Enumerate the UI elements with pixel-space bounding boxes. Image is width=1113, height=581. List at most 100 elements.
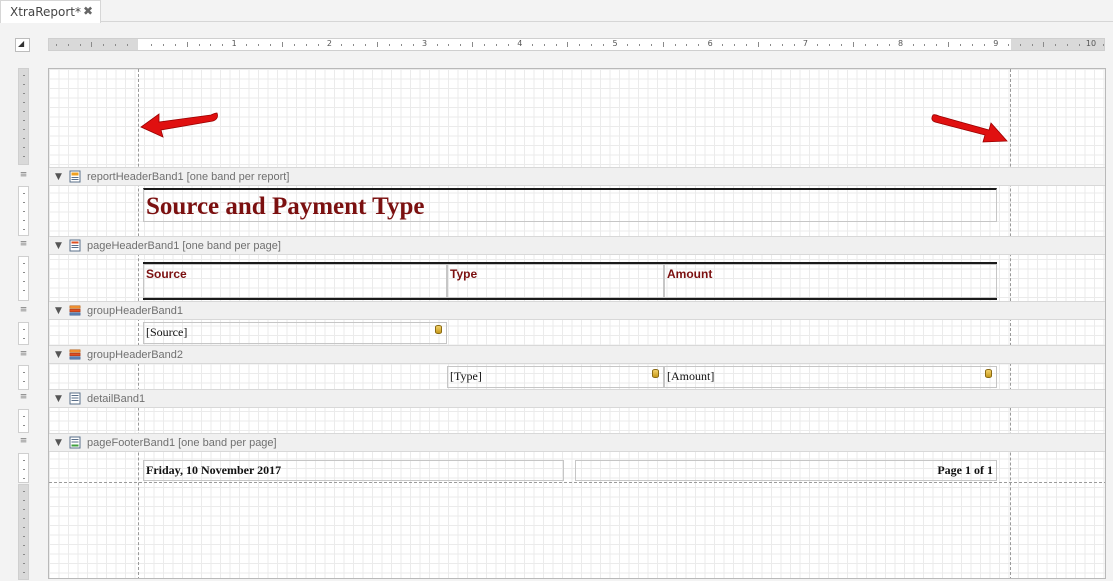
collapse-arrow-icon[interactable]: ▼ — [55, 438, 62, 448]
ruler-number: 3 — [422, 39, 428, 48]
field-type[interactable]: [Type] — [447, 366, 664, 388]
tab-xtrareport[interactable]: XtraReport* ✖ — [0, 0, 101, 23]
ruler-tick — [686, 44, 688, 46]
ruler-corner-button[interactable]: ◢ — [15, 38, 30, 52]
column-header-type-text: Type — [450, 267, 478, 281]
ruler-tick — [23, 338, 25, 339]
horizontal-ruler[interactable]: 1 2 3 4 5 6 7 8 9 10 — [48, 38, 1105, 51]
band-header-detail[interactable]: ▼ detailBand1 — [49, 389, 1105, 408]
ruler-tick — [436, 44, 438, 46]
ruler-tick — [23, 138, 25, 139]
band-resize-handle[interactable]: ≡ — [18, 350, 29, 359]
column-header-type[interactable]: Type — [447, 264, 664, 298]
ruler-tick — [1043, 42, 1045, 47]
ruler-tick — [579, 44, 581, 46]
band-header-page-header[interactable]: ▼ pageHeaderBand1 [one band per page] — [49, 236, 1105, 255]
collapse-arrow-icon[interactable]: ▼ — [55, 241, 62, 251]
ruler-tick — [472, 42, 474, 47]
ruler-tick — [1102, 44, 1104, 46]
data-binding-icon — [985, 369, 992, 378]
ruler-tick — [23, 545, 25, 546]
vertical-ruler-report-header — [18, 186, 29, 236]
ruler-tick — [603, 44, 605, 46]
field-source[interactable]: [Source] — [143, 322, 447, 344]
ruler-tick — [23, 263, 25, 264]
ruler-tick — [876, 44, 878, 46]
page-header-band-icon — [69, 239, 81, 252]
ruler-tick — [698, 44, 700, 46]
close-icon[interactable]: ✖ — [83, 4, 93, 18]
band-resize-handle[interactable]: ≡ — [18, 240, 29, 249]
ruler-tick — [23, 220, 25, 221]
left-margin-line — [138, 69, 139, 578]
ruler-tick — [23, 478, 25, 479]
band-header-page-footer[interactable]: ▼ pageFooterBand1 [one band per page] — [49, 433, 1105, 452]
ruler-tick — [79, 44, 81, 46]
ruler-tick — [912, 44, 914, 46]
collapse-arrow-icon[interactable]: ▼ — [55, 172, 62, 182]
ruler-tick — [115, 44, 117, 46]
ruler-tick — [841, 44, 843, 46]
column-header-amount-text: Amount — [667, 267, 713, 281]
ruler-tick — [793, 44, 795, 46]
ruler-tick — [23, 211, 25, 212]
ruler-tick — [924, 44, 926, 46]
column-header-source[interactable]: Source — [143, 264, 447, 298]
ruler-tick — [341, 44, 343, 46]
ruler-tick — [293, 44, 295, 46]
band-header-group-header-2[interactable]: ▼ groupHeaderBand2 — [49, 345, 1105, 364]
right-arrow-shape — [931, 114, 1008, 143]
ruler-tick — [948, 42, 950, 47]
ruler-tick — [1067, 44, 1069, 46]
band-resize-handle[interactable]: ≡ — [18, 171, 29, 180]
ruler-tick — [23, 290, 25, 291]
ruler-tick — [757, 42, 759, 47]
band-header-group-header-1[interactable]: ▼ groupHeaderBand1 — [49, 301, 1105, 320]
ruler-tick — [543, 44, 545, 46]
field-type-text: [Type] — [450, 369, 482, 383]
ruler-tick — [103, 44, 105, 46]
field-source-text: [Source] — [146, 325, 188, 339]
footer-date-info[interactable]: Friday, 10 November 2017 — [143, 460, 564, 481]
ruler-tick — [531, 44, 533, 46]
report-design-surface[interactable]: ▼ reportHeaderBand1 [one band per report… — [48, 68, 1106, 579]
band-resize-handle[interactable]: ≡ — [18, 306, 29, 315]
ruler-tick — [960, 44, 962, 46]
footer-page-info[interactable]: Page 1 of 1 — [575, 460, 997, 481]
group-header-band-icon — [69, 305, 81, 316]
report-title-label[interactable]: Source and Payment Type — [143, 188, 997, 222]
footer-date-text: Friday, 10 November 2017 — [146, 463, 282, 477]
field-amount[interactable]: [Amount] — [664, 366, 997, 388]
band-resize-handle[interactable]: ≡ — [18, 393, 29, 402]
ruler-tick — [174, 44, 176, 46]
ruler-tick — [1031, 44, 1033, 46]
band-header-report-header[interactable]: ▼ reportHeaderBand1 [one band per report… — [49, 167, 1105, 186]
ruler-number: 7 — [802, 39, 808, 48]
ruler-tick — [23, 509, 25, 510]
ruler-tick — [1079, 44, 1081, 46]
band-label-detail: detailBand1 — [87, 393, 146, 405]
ruler-tick — [353, 44, 355, 46]
vertical-ruler-bottom-margin — [18, 484, 29, 580]
ruler-tick — [365, 44, 367, 46]
ruler-tick — [23, 75, 25, 76]
vertical-ruler-page-header — [18, 256, 29, 301]
ruler-tick — [23, 416, 25, 417]
report-title-text: Source and Payment Type — [146, 193, 425, 220]
ruler-tick — [745, 44, 747, 46]
tab-title: XtraReport* — [10, 5, 81, 19]
collapse-arrow-icon[interactable]: ▼ — [55, 350, 62, 360]
band-resize-handle[interactable]: ≡ — [18, 437, 29, 446]
collapse-arrow-icon[interactable]: ▼ — [55, 394, 62, 404]
data-binding-icon — [652, 369, 659, 378]
collapse-arrow-icon[interactable]: ▼ — [55, 306, 62, 316]
ruler-tick — [23, 111, 25, 112]
column-header-amount[interactable]: Amount — [664, 264, 997, 298]
band-label-group-header-2: groupHeaderBand2 — [87, 349, 184, 361]
ruler-tick — [23, 460, 25, 461]
ruler-tick — [388, 44, 390, 46]
ruler-tick — [769, 44, 771, 46]
ruler-tick — [412, 44, 414, 46]
ruler-tick — [91, 42, 93, 47]
ruler-tick — [448, 44, 450, 46]
